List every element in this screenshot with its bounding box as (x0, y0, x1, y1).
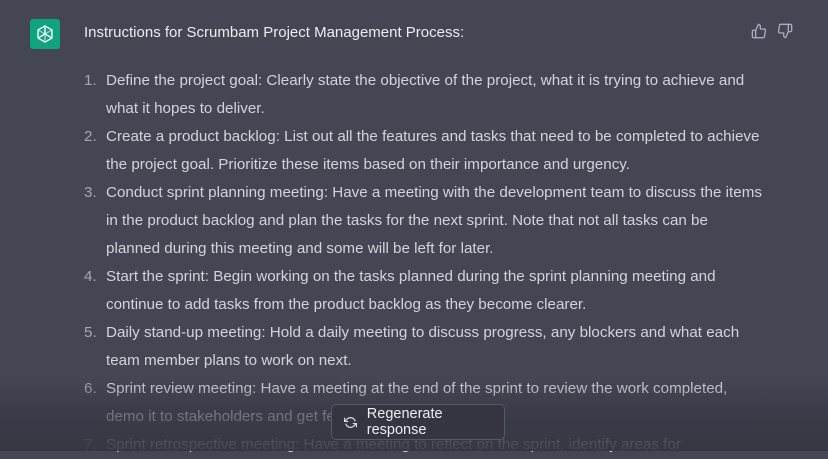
step-number: 2. (84, 128, 97, 145)
list-item: 5. Daily stand-up meeting: Hold a daily m… (84, 319, 764, 375)
step-number: 6. (84, 380, 97, 397)
openai-logo-icon (37, 25, 53, 43)
step-number: 5. (84, 324, 97, 341)
list-item: 1. Define the project goal: Clearly state… (84, 67, 764, 123)
steps-list: 1. Define the project goal: Clearly state… (84, 67, 764, 459)
step-text: Create a product backlog: List out all t… (106, 128, 760, 173)
regenerate-label: Regenerate response (366, 406, 443, 438)
list-item: 3. Conduct sprint planning meeting: Have … (84, 179, 764, 263)
step-number: 7. (84, 436, 97, 453)
assistant-avatar (30, 19, 60, 49)
step-text: Start the sprint: Begin working on the t… (106, 268, 716, 313)
list-item: 2. Create a product backlog: List out all… (84, 123, 764, 179)
thumbs-down-icon (777, 23, 793, 39)
feedback-buttons (750, 22, 794, 40)
step-number: 3. (84, 184, 97, 201)
message-intro: Instructions for Scrumbam Project Manage… (84, 24, 465, 41)
thumbs-up-button[interactable] (750, 22, 768, 40)
step-text: Daily stand-up meeting: Hold a daily mee… (106, 324, 740, 369)
thumbs-up-icon (751, 23, 767, 39)
step-number: 4. (84, 268, 97, 285)
step-text: Conduct sprint planning meeting: Have a … (106, 184, 762, 257)
thumbs-down-button[interactable] (776, 22, 794, 40)
step-text: Define the project goal: Clearly state t… (106, 72, 745, 117)
regenerate-response-button[interactable]: Regenerate response (331, 404, 505, 440)
list-item: 4. Start the sprint: Begin working on the… (84, 263, 764, 319)
step-number: 1. (84, 72, 97, 89)
refresh-icon (344, 415, 358, 429)
